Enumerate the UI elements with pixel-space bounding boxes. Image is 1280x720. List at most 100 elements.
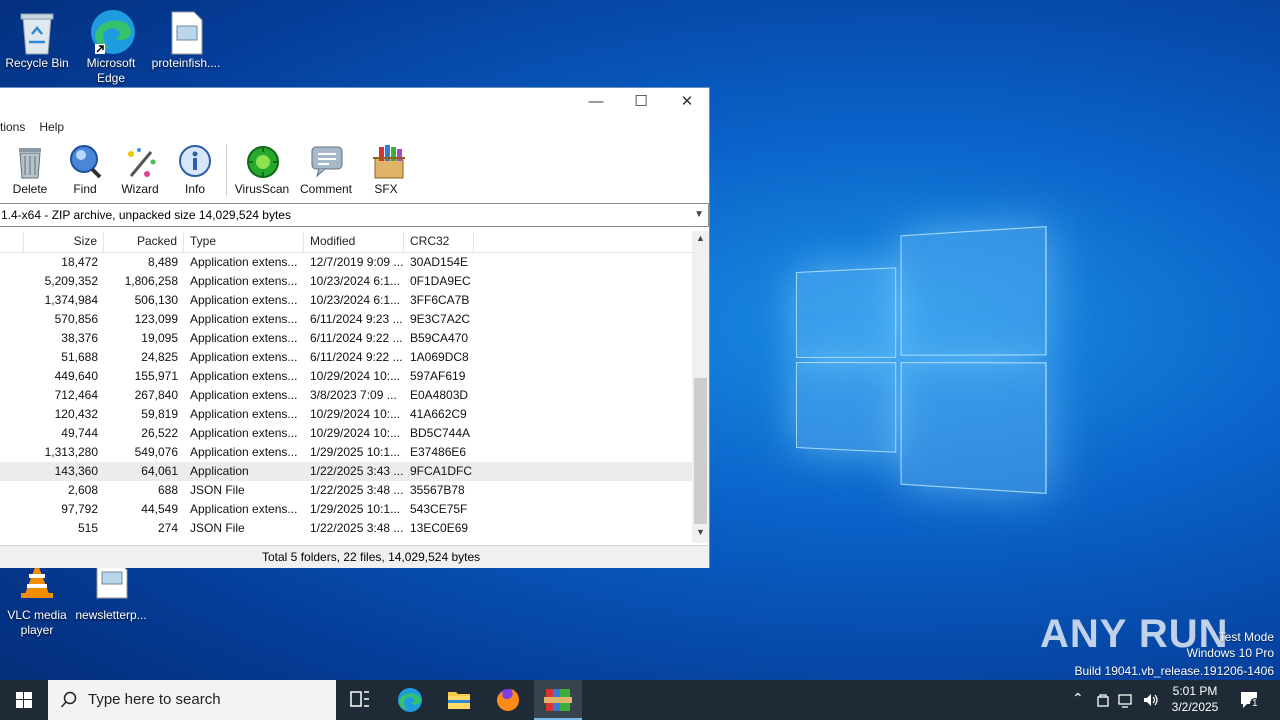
vertical-scrollbar[interactable]: ▲ ▼ <box>692 231 709 543</box>
security-icon[interactable] <box>1096 692 1110 708</box>
desktop-icon-proteinfish[interactable]: proteinfish.... <box>149 2 223 71</box>
table-row[interactable]: 2,608 688 JSON File 1/22/2025 3:48 ... 35567… <box>0 481 692 500</box>
virusscan-button[interactable]: VirusScan <box>234 144 290 196</box>
desktop-icon-vlc[interactable]: VLC media player <box>0 560 74 638</box>
archive-path-combobox[interactable]: 1.4-x64 - ZIP archive, unpacked size 14,… <box>0 203 709 227</box>
close-button[interactable]: ✕ <box>664 88 710 118</box>
table-row[interactable]: 515 274 JSON File 1/22/2025 3:48 ... 13EC0E6… <box>0 519 692 538</box>
column-header-size[interactable]: Size <box>24 231 104 252</box>
cell-type: Application extens... <box>190 255 298 269</box>
cell-size: 2,608 <box>67 483 98 497</box>
table-row[interactable]: 5,209,352 1,806,258 Application extens... 1… <box>0 272 692 291</box>
table-row[interactable]: 38,376 19,095 Application extens... 6/11/20… <box>0 329 692 348</box>
taskbar-file-explorer[interactable] <box>435 680 483 720</box>
network-icon[interactable] <box>1118 692 1134 708</box>
desktop-icon-newsletter[interactable]: newsletterp... <box>74 560 148 623</box>
find-button[interactable]: Find <box>57 144 113 196</box>
notification-center-button[interactable]: 1 <box>1238 688 1262 712</box>
cell-packed: 688 <box>157 483 178 497</box>
cell-name <box>0 367 24 386</box>
taskbar-firefox[interactable] <box>484 680 532 720</box>
delete-button[interactable]: Delete <box>2 144 58 196</box>
cell-crc32: E0A4803D <box>410 388 469 402</box>
edge-icon <box>398 688 422 712</box>
start-button[interactable] <box>0 680 48 720</box>
table-row[interactable]: 712,464 267,840 Application extens... 3/8/2… <box>0 386 692 405</box>
sfx-button[interactable]: SFX <box>358 144 414 196</box>
watermark-build: Build 19041.vb_release.191206-1406 <box>1074 664 1275 678</box>
file-list: Size Packed Type Modified CRC32 18,472 8,… <box>0 231 692 541</box>
menu-options[interactable]: tions <box>0 120 25 138</box>
cell-crc32: E37486E6 <box>410 445 467 459</box>
scroll-down-arrow-icon[interactable]: ▼ <box>692 527 709 537</box>
column-header-modified[interactable]: Modified <box>304 231 404 252</box>
scrollbar-thumb[interactable] <box>694 378 707 524</box>
column-header-name[interactable] <box>0 231 24 252</box>
desktop-icon-microsoft-edge[interactable]: Microsoft Edge <box>74 2 148 86</box>
taskbar-search-box[interactable]: Type here to search <box>48 680 336 720</box>
table-row[interactable]: 1,374,984 506,130 Application extens... 10/… <box>0 291 692 310</box>
table-row[interactable]: 51,688 24,825 Application extens... 6/11/20… <box>0 348 692 367</box>
cell-packed: 506,130 <box>134 293 178 307</box>
file-rows: 18,472 8,489 Application extens... 12/7/201… <box>0 253 692 538</box>
info-button[interactable]: Info <box>167 144 223 196</box>
volume-icon[interactable] <box>1142 692 1160 708</box>
minimize-button[interactable]: — <box>573 88 619 118</box>
chevron-up-icon[interactable]: ⌃ <box>1072 690 1084 707</box>
cell-type: Application <box>190 464 249 478</box>
recycle-bin-icon <box>15 8 59 55</box>
table-row[interactable]: 120,432 59,819 Application extens... 10/29/… <box>0 405 692 424</box>
cell-name <box>0 386 24 405</box>
cell-type: Application extens... <box>190 293 298 307</box>
menu-bar: tions Help <box>0 120 709 138</box>
comment-button[interactable]: Comment <box>298 144 354 196</box>
table-row[interactable]: 143,360 64,061 Application 1/22/2025 3:43 .… <box>0 462 692 481</box>
cell-packed: 1,806,258 <box>124 274 178 288</box>
desktop-icon-recycle-bin[interactable]: Recycle Bin <box>0 2 74 71</box>
virusscan-icon <box>245 144 279 178</box>
table-row[interactable]: 97,792 44,549 Application extens... 1/29/20… <box>0 500 692 519</box>
cell-modified: 1/22/2025 3:48 ... <box>310 521 404 535</box>
column-header-packed[interactable]: Packed <box>104 231 184 252</box>
table-row[interactable]: 1,313,280 549,076 Application extens... 1/2… <box>0 443 692 462</box>
taskbar-edge[interactable] <box>386 680 434 720</box>
cell-type: JSON File <box>190 521 245 535</box>
table-row[interactable]: 449,640 155,971 Application extens... 10/29… <box>0 367 692 386</box>
edge-icon <box>89 8 135 54</box>
table-row[interactable]: 570,856 123,099 Application extens... 6/11/… <box>0 310 692 329</box>
cell-modified: 1/29/2025 10:1... <box>310 445 401 459</box>
toolbar-separator <box>226 144 227 196</box>
cell-size: 38,376 <box>61 331 98 345</box>
title-bar[interactable]: — ☐ ✕ <box>0 88 709 118</box>
cell-modified: 10/29/2024 10:... <box>310 407 401 421</box>
clock[interactable]: 5:01 PM 3/2/2025 <box>1168 683 1222 715</box>
table-row[interactable]: 49,744 26,522 Application extens... 10/29/2… <box>0 424 692 443</box>
column-header-crc32[interactable]: CRC32 <box>404 231 474 252</box>
scroll-up-arrow-icon[interactable]: ▲ <box>692 233 709 243</box>
file-list-header: Size Packed Type Modified CRC32 <box>0 231 692 253</box>
menu-help[interactable]: Help <box>39 120 64 138</box>
cell-crc32: 35567B78 <box>410 483 465 497</box>
maximize-button[interactable]: ☐ <box>618 88 664 118</box>
cell-packed: 19,095 <box>141 331 178 345</box>
column-header-type[interactable]: Type <box>184 231 304 252</box>
archive-path-text: 1.4-x64 - ZIP archive, unpacked size 14,… <box>1 208 291 222</box>
cell-name <box>0 310 24 329</box>
cell-size: 18,472 <box>61 255 98 269</box>
chevron-down-icon[interactable]: ▼ <box>694 204 704 226</box>
taskbar-winrar[interactable] <box>534 680 582 720</box>
cell-packed: 549,076 <box>134 445 178 459</box>
cell-type: Application extens... <box>190 331 298 345</box>
cell-type: Application extens... <box>190 274 298 288</box>
toolbar: Delete Find Wizard Info VirusScan Commen… <box>0 138 709 204</box>
task-view-icon <box>350 691 369 707</box>
cell-modified: 10/23/2024 6:1... <box>310 274 401 288</box>
clock-time: 5:01 PM <box>1172 684 1218 698</box>
cell-name <box>0 481 24 500</box>
table-row[interactable]: 18,472 8,489 Application extens... 12/7/201… <box>0 253 692 272</box>
cell-type: Application extens... <box>190 369 298 383</box>
cell-modified: 6/11/2024 9:22 ... <box>310 350 403 364</box>
wizard-button[interactable]: Wizard <box>112 144 168 196</box>
cell-name <box>0 424 24 443</box>
task-view-button[interactable] <box>336 680 384 720</box>
